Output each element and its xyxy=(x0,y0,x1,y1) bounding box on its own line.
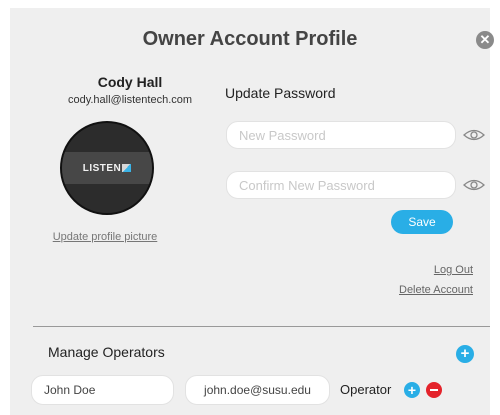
update-password-heading: Update Password xyxy=(225,85,336,101)
update-profile-picture-link[interactable]: Update profile picture xyxy=(35,231,175,243)
operator-add-button[interactable]: + xyxy=(404,382,420,398)
operator-remove-button[interactable] xyxy=(426,382,442,398)
eye-icon[interactable] xyxy=(463,128,485,142)
operator-email-input[interactable] xyxy=(185,375,330,405)
user-name: Cody Hall xyxy=(97,74,163,90)
dialog-title: Owner Account Profile xyxy=(142,28,358,50)
close-icon[interactable]: ✕ xyxy=(476,31,494,49)
operator-role: Operator xyxy=(340,382,392,397)
user-email: cody.hall@listentech.com xyxy=(67,94,193,106)
operator-name-input[interactable] xyxy=(31,375,174,405)
eye-icon[interactable] xyxy=(463,178,485,192)
manage-operators-heading: Manage Operators xyxy=(48,344,165,360)
log-out-link[interactable]: Log Out xyxy=(434,264,473,276)
save-button[interactable]: Save xyxy=(391,210,453,234)
delete-account-link[interactable]: Delete Account xyxy=(399,284,473,296)
avatar-logo: LISTEN xyxy=(62,152,152,184)
confirm-password-input[interactable] xyxy=(226,171,456,199)
section-divider xyxy=(33,326,490,327)
avatar[interactable]: LISTEN xyxy=(60,121,154,215)
add-operator-button[interactable]: + xyxy=(456,345,474,363)
logo-mark-icon xyxy=(122,164,132,172)
new-password-input[interactable] xyxy=(226,121,456,149)
avatar-logo-text: LISTEN xyxy=(82,162,122,174)
minus-icon xyxy=(430,389,438,391)
